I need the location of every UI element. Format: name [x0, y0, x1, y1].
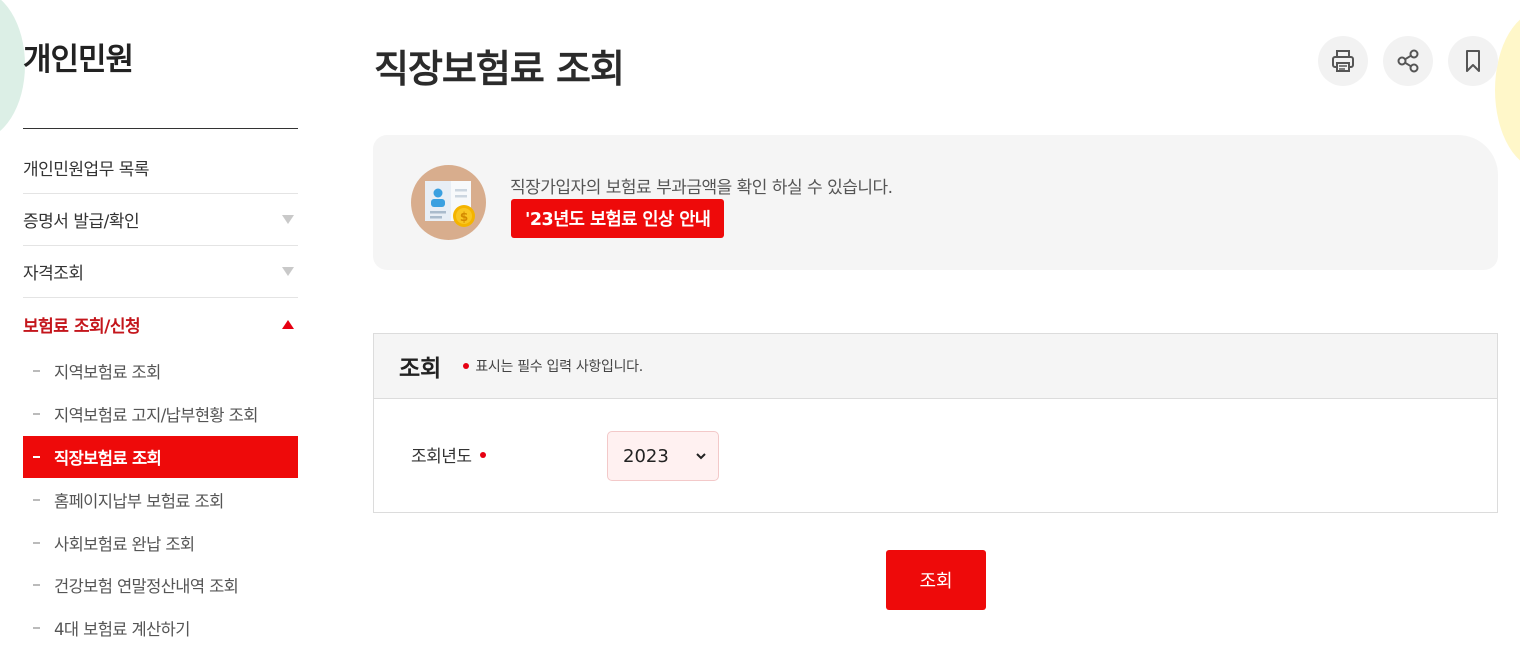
- year-select-value: 2023: [623, 445, 669, 467]
- sidebar-item-eligibility[interactable]: 자격조회: [23, 246, 298, 298]
- triangle-up-icon: [282, 319, 294, 329]
- dash-icon: [33, 455, 40, 458]
- sidebar-item-label: 자격조회: [23, 264, 84, 284]
- search-button[interactable]: 조회: [886, 550, 986, 610]
- dash-icon: [33, 541, 40, 544]
- year-label-row: 조회년도: [411, 442, 486, 467]
- sidebar-item-label: 개인민원업무 목록: [23, 160, 150, 180]
- dash-icon: [33, 584, 40, 587]
- sidebar-subitem-label: 건강보험 연말정산내역 조회: [54, 577, 239, 597]
- dash-icon: [33, 498, 40, 501]
- sidebar-subitem-label: 사회보험료 완납 조회: [54, 534, 195, 554]
- page-title: 직장보험료 조회: [374, 47, 625, 91]
- sidebar-subitem-label: 직장보험료 조회: [54, 448, 162, 468]
- required-dot-icon: [479, 451, 486, 458]
- panel-header: 조회 표시는 필수 입력 사항입니다.: [374, 334, 1497, 399]
- required-dot-icon: [463, 363, 470, 369]
- sidebar-item-certificates[interactable]: 증명서 발급/확인: [23, 194, 298, 246]
- decorative-circle-left: [0, 0, 25, 140]
- decorative-circle-right: [1495, 10, 1520, 170]
- share-icon: [1397, 49, 1419, 73]
- year-select[interactable]: 2023: [607, 431, 719, 481]
- triangle-down-icon: [282, 215, 294, 224]
- panel-title: 조회: [399, 356, 442, 382]
- sidebar-subitem-workplace-premium[interactable]: 직장보험료 조회: [23, 435, 298, 479]
- sidebar-subitem-label: 지역보험료 조회: [54, 363, 161, 383]
- search-panel: 조회 표시는 필수 입력 사항입니다. 조회년도 2023: [373, 333, 1498, 513]
- sidebar-subitem-calculator[interactable]: 4대 보험료 계산하기: [23, 607, 298, 649]
- required-note: 표시는 필수 입력 사항입니다.: [475, 359, 643, 375]
- print-icon: [1332, 50, 1354, 72]
- chevron-down-icon: [696, 453, 706, 460]
- sidebar-subitem-label: 지역보험료 고지/납부현황 조회: [54, 406, 258, 426]
- dash-icon: [33, 413, 40, 416]
- share-button[interactable]: [1383, 36, 1433, 86]
- bookmark-icon: [1466, 50, 1480, 72]
- sidebar-subitem-regional-billing[interactable]: 지역보험료 고지/납부현황 조회: [23, 393, 298, 436]
- svg-text:$: $: [460, 210, 468, 224]
- sidebar-item-list[interactable]: 개인민원업무 목록: [23, 142, 298, 194]
- sidebar-menu: 개인민원업무 목록 증명서 발급/확인 자격조회 보험료 조회/신청 지역보험료…: [23, 142, 298, 649]
- print-button[interactable]: [1318, 36, 1368, 86]
- dash-icon: [33, 627, 40, 630]
- sidebar-submenu: 지역보험료 조회 지역보험료 고지/납부현황 조회 직장보험료 조회 홈페이지납…: [23, 350, 298, 649]
- dash-icon: [33, 370, 40, 373]
- premium-increase-notice-button[interactable]: '23년도 보험료 인상 안내: [511, 199, 725, 238]
- year-label: 조회년도: [411, 447, 472, 467]
- bookmark-button[interactable]: [1448, 36, 1498, 86]
- triangle-down-icon: [282, 267, 294, 276]
- info-box: $ 직장가입자의 보험료 부과금액을 확인 하실 수 있습니다. '23년도 보…: [373, 135, 1498, 270]
- sidebar-subitem-year-end[interactable]: 건강보험 연말정산내역 조회: [23, 564, 298, 607]
- sidebar-item-label: 보험료 조회/신청: [23, 316, 141, 337]
- sidebar-subitem-homepage-payment[interactable]: 홈페이지납부 보험료 조회: [23, 478, 298, 521]
- sidebar-item-premium[interactable]: 보험료 조회/신청: [23, 298, 298, 350]
- sidebar-subitem-label: 4대 보험료 계산하기: [54, 620, 190, 640]
- sidebar-divider: [23, 128, 298, 129]
- sidebar-subitem-label: 홈페이지납부 보험료 조회: [54, 491, 224, 511]
- sidebar-item-label: 증명서 발급/확인: [23, 212, 140, 232]
- sidebar-subitem-full-payment[interactable]: 사회보험료 완납 조회: [23, 521, 298, 564]
- sidebar-title: 개인민원: [23, 42, 134, 78]
- document-coin-icon: $: [411, 165, 486, 240]
- info-description: 직장가입자의 보험료 부과금액을 확인 하실 수 있습니다.: [510, 178, 893, 198]
- sidebar-subitem-regional-premium[interactable]: 지역보험료 조회: [23, 350, 298, 393]
